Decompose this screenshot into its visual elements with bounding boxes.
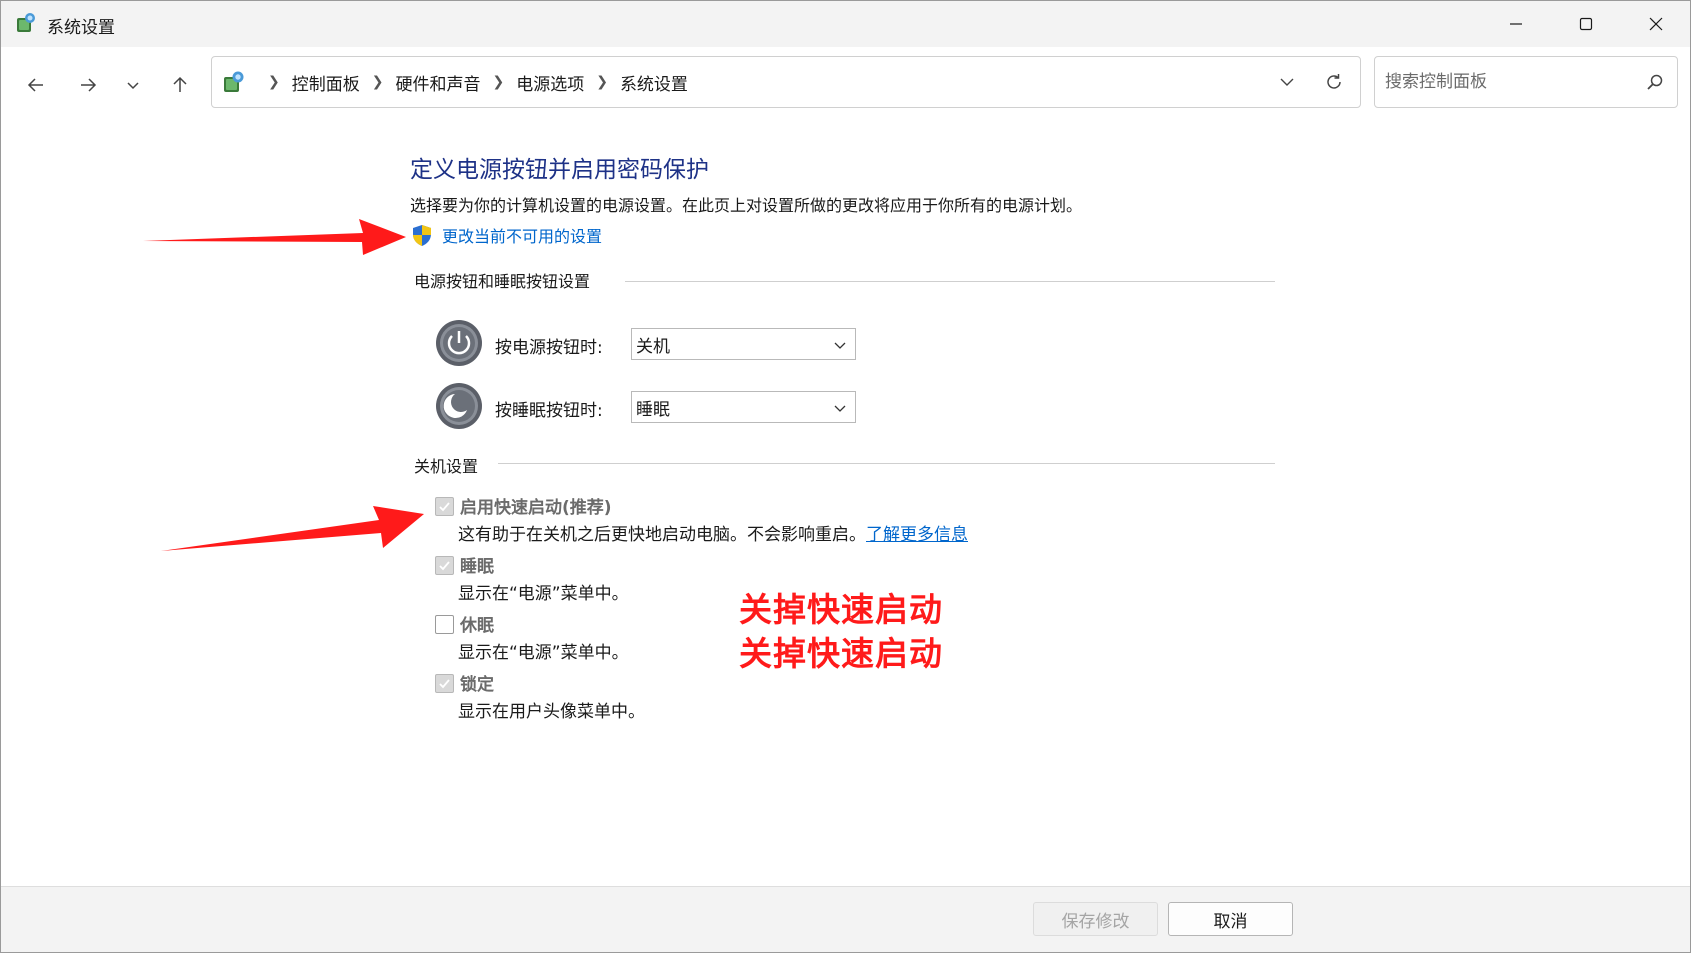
uac-shield-icon [413, 225, 431, 246]
search-icon[interactable] [1643, 70, 1667, 94]
annotation-arrow-2-icon [161, 506, 424, 551]
hibernate-option-label: 休眠 [460, 616, 494, 636]
page-description: 选择要为你的计算机设置的电源设置。在此页上对设置所做的更改将应用于你所有的电源计… [410, 196, 1083, 215]
checkmark-icon [439, 502, 450, 512]
hibernate-option-description: 显示在“电源”菜单中。 [458, 643, 629, 663]
breadcrumb: ❯ 控制面板 ❯ 硬件和声音 ❯ 电源选项 ❯ 系统设置 [256, 57, 688, 107]
maximize-button[interactable] [1551, 1, 1621, 47]
change-unavailable-settings-link[interactable]: 更改当前不可用的设置 [410, 223, 602, 247]
cancel-button[interactable]: 取消 [1168, 902, 1293, 936]
forward-button[interactable] [70, 67, 106, 103]
checkmark-icon [439, 561, 450, 571]
recent-locations-button[interactable] [115, 67, 151, 103]
annotation-text-1: 关掉快速启动 [739, 590, 943, 629]
fast-startup-label: 启用快速启动(推荐) [460, 498, 612, 518]
save-changes-button[interactable]: 保存修改 [1033, 902, 1158, 936]
hibernate-checkbox[interactable] [435, 615, 454, 634]
system-settings-window: 系统设置 ❯ 控制面板 ❯ 硬件和声音 ❯ 电源选项 ❯ 系统设置 搜索控制面板… [0, 0, 1691, 953]
breadcrumb-separator: ❯ [268, 74, 280, 90]
checkmark-icon [439, 679, 450, 689]
learn-more-link[interactable]: 了解更多信息 [866, 525, 968, 545]
search-input[interactable] [1385, 69, 1625, 95]
breadcrumb-separator[interactable]: ❯ [372, 74, 384, 90]
fast-startup-desc-text: 这有助于在关机之后更快地启动电脑。不会影响重启。 [458, 525, 866, 545]
breadcrumb-separator[interactable]: ❯ [596, 74, 608, 90]
shutdown-section-divider [498, 463, 1275, 464]
sleep-checkbox[interactable] [435, 556, 454, 575]
lock-option-label: 锁定 [460, 675, 494, 695]
annotation-text-2: 关掉快速启动 [739, 634, 943, 673]
arrow-up-icon [173, 76, 187, 92]
minimize-button[interactable] [1481, 1, 1551, 47]
power-button-icon [436, 320, 482, 366]
sleep-option-description: 显示在“电源”菜单中。 [458, 584, 629, 604]
breadcrumb-item-control-panel[interactable]: 控制面板 [292, 70, 360, 95]
sleep-button-icon [436, 383, 482, 429]
title-bar: 系统设置 [1, 1, 1690, 47]
annotation-arrow-1-icon [143, 219, 406, 255]
refresh-icon [1327, 74, 1341, 89]
sleep-button-action-value: 睡眠 [636, 399, 670, 420]
sleep-button-action-select[interactable]: 睡眠 [631, 391, 856, 423]
control-panel-app-icon [17, 13, 35, 32]
chevron-down-icon [834, 342, 846, 349]
refresh-button[interactable] [1320, 68, 1348, 96]
footer-bar: 保存修改 取消 [1, 887, 1690, 952]
lock-checkbox[interactable] [435, 674, 454, 693]
power-button-label: 按电源按钮时: [495, 338, 603, 358]
chevron-down-icon [127, 82, 139, 90]
window-title: 系统设置 [47, 18, 115, 38]
address-bar[interactable]: ❯ 控制面板 ❯ 硬件和声音 ❯ 电源选项 ❯ 系统设置 [211, 56, 1361, 108]
change-link-text[interactable]: 更改当前不可用的设置 [442, 223, 602, 247]
breadcrumb-item-system-settings[interactable]: 系统设置 [620, 70, 688, 95]
page-title: 定义电源按钮并启用密码保护 [410, 157, 709, 183]
sleep-button-label: 按睡眠按钮时: [495, 401, 603, 421]
lock-option-description: 显示在用户头像菜单中。 [458, 702, 645, 722]
shutdown-section-label: 关机设置 [414, 457, 479, 476]
up-button[interactable] [162, 67, 198, 103]
chevron-down-icon [834, 405, 846, 412]
fast-startup-checkbox[interactable] [435, 497, 454, 516]
power-button-action-value: 关机 [636, 336, 670, 357]
breadcrumb-item-hardware-sound[interactable]: 硬件和声音 [395, 70, 480, 95]
arrow-right-icon [81, 78, 97, 92]
arrow-left-icon [27, 78, 43, 92]
breadcrumb-separator[interactable]: ❯ [492, 74, 504, 90]
breadcrumb-item-power-options[interactable]: 电源选项 [516, 70, 584, 95]
minimize-icon [1510, 23, 1522, 25]
control-panel-icon [224, 71, 244, 92]
address-history-dropdown[interactable] [1274, 69, 1300, 95]
maximize-icon [1579, 17, 1593, 31]
power-section-divider [625, 281, 1275, 282]
fast-startup-description: 这有助于在关机之后更快地启动电脑。不会影响重启。了解更多信息 [458, 520, 968, 545]
close-icon [1649, 17, 1663, 31]
close-button[interactable] [1621, 1, 1690, 47]
sleep-option-label: 睡眠 [460, 557, 494, 577]
search-box[interactable] [1374, 56, 1678, 108]
power-button-action-select[interactable]: 关机 [631, 328, 856, 360]
power-section-label: 电源按钮和睡眠按钮设置 [414, 272, 591, 291]
back-button[interactable] [18, 67, 54, 103]
chevron-down-icon [1280, 78, 1294, 86]
